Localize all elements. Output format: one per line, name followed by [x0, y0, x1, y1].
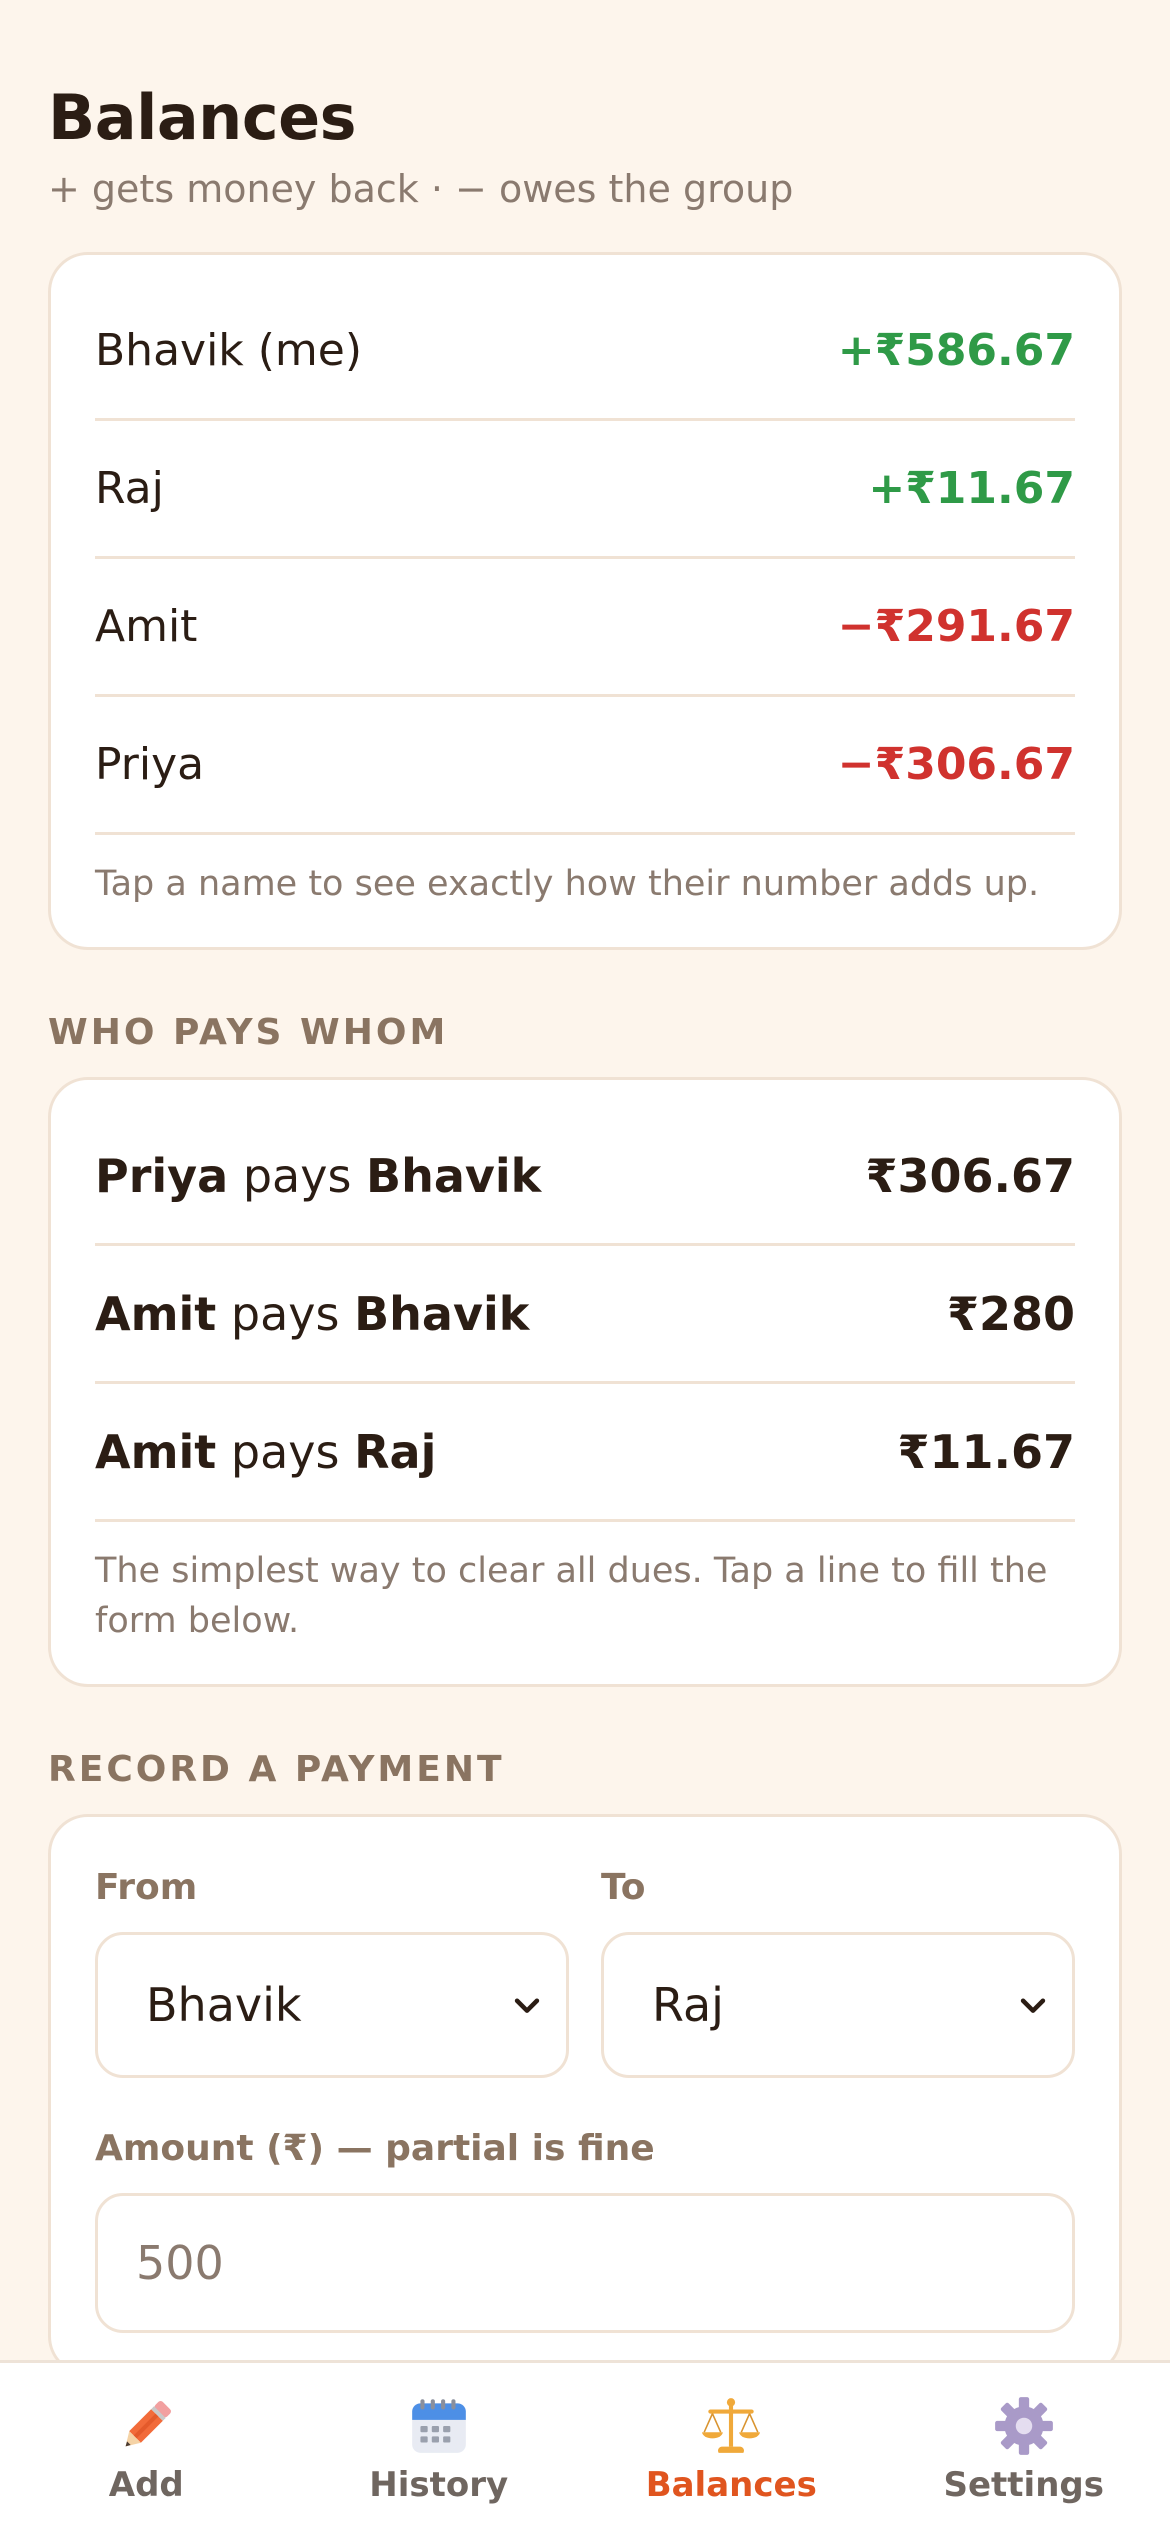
settle-amount: ₹306.67 [865, 1148, 1075, 1203]
balance-row-bhavik[interactable]: Bhavik (me) +₹586.67 [95, 283, 1075, 421]
tab-history[interactable]: History [293, 2363, 586, 2532]
tab-label: History [369, 2465, 509, 2505]
settle-description: Priya pays Bhavik [95, 1148, 542, 1203]
tab-label: Balances [645, 2465, 817, 2505]
balance-row-amit[interactable]: Amit −₹291.67 [95, 559, 1075, 697]
section-label-record-payment: RECORD A PAYMENT [48, 1749, 505, 1790]
chevron-down-icon [1020, 1998, 1046, 2013]
to-select[interactable]: Raj [601, 1932, 1075, 2078]
balance-row-raj[interactable]: Raj +₹11.67 [95, 421, 1075, 559]
settle-card: Priya pays Bhavik ₹306.67 Amit pays Bhav… [48, 1077, 1122, 1687]
balance-name: Priya [95, 739, 205, 790]
tab-label: Settings [943, 2465, 1105, 2505]
page-subtitle: + gets money back · − owes the group [48, 167, 794, 211]
balance-name: Amit [95, 601, 198, 652]
pencil-icon [125, 2401, 172, 2447]
tab-label: Add [108, 2465, 184, 2505]
amount-input-value: 500 [136, 2236, 224, 2290]
balance-amount: +₹586.67 [837, 325, 1075, 376]
from-select-value: Bhavik [146, 1978, 302, 2032]
balance-row-priya[interactable]: Priya −₹306.67 [95, 697, 1075, 835]
balance-amount: +₹11.67 [868, 463, 1075, 514]
balance-amount: −₹306.67 [837, 739, 1075, 790]
tab-balances[interactable]: Balances [585, 2363, 878, 2532]
balances-card: Bhavik (me) +₹586.67 Raj +₹11.67 Amit −₹… [48, 252, 1122, 950]
balance-amount: −₹291.67 [837, 601, 1075, 652]
amount-label: Amount (₹) — partial is fine [95, 2128, 655, 2169]
settle-description: Amit pays Bhavik [95, 1286, 530, 1341]
chevron-down-icon [514, 1998, 540, 2013]
section-label-who-pays-whom: WHO PAYS WHOM [48, 1012, 449, 1053]
settle-description: Amit pays Raj [95, 1424, 437, 1479]
settle-row[interactable]: Priya pays Bhavik ₹306.67 [95, 1108, 1075, 1246]
gear-icon [994, 2397, 1053, 2455]
amount-input[interactable]: 500 [95, 2193, 1075, 2333]
balance-name: Bhavik (me) [95, 325, 363, 376]
tab-settings[interactable]: Settings [878, 2363, 1170, 2532]
settle-note: The simplest way to clear all dues. Tap … [95, 1551, 1048, 1641]
settle-amount: ₹280 [946, 1286, 1075, 1341]
settle-amount: ₹11.67 [897, 1424, 1075, 1479]
tab-bar: Add History Balances Settings [0, 2360, 1170, 2532]
scales-icon [702, 2398, 761, 2453]
tab-add[interactable]: Add [0, 2363, 293, 2532]
to-label: To [601, 1867, 646, 1908]
settle-row[interactable]: Amit pays Bhavik ₹280 [95, 1246, 1075, 1384]
from-select[interactable]: Bhavik [95, 1932, 569, 2078]
balance-name: Raj [95, 463, 164, 514]
from-label: From [95, 1867, 198, 1908]
payment-form-card: From Bhavik To Raj Amount (₹) — partial … [48, 1814, 1122, 2376]
settle-row[interactable]: Amit pays Raj ₹11.67 [95, 1384, 1075, 1522]
to-select-value: Raj [652, 1978, 724, 2032]
page-title: Balances [48, 81, 357, 154]
calendar-icon [411, 2399, 466, 2453]
balances-note: Tap a name to see exactly how their numb… [95, 864, 1040, 904]
